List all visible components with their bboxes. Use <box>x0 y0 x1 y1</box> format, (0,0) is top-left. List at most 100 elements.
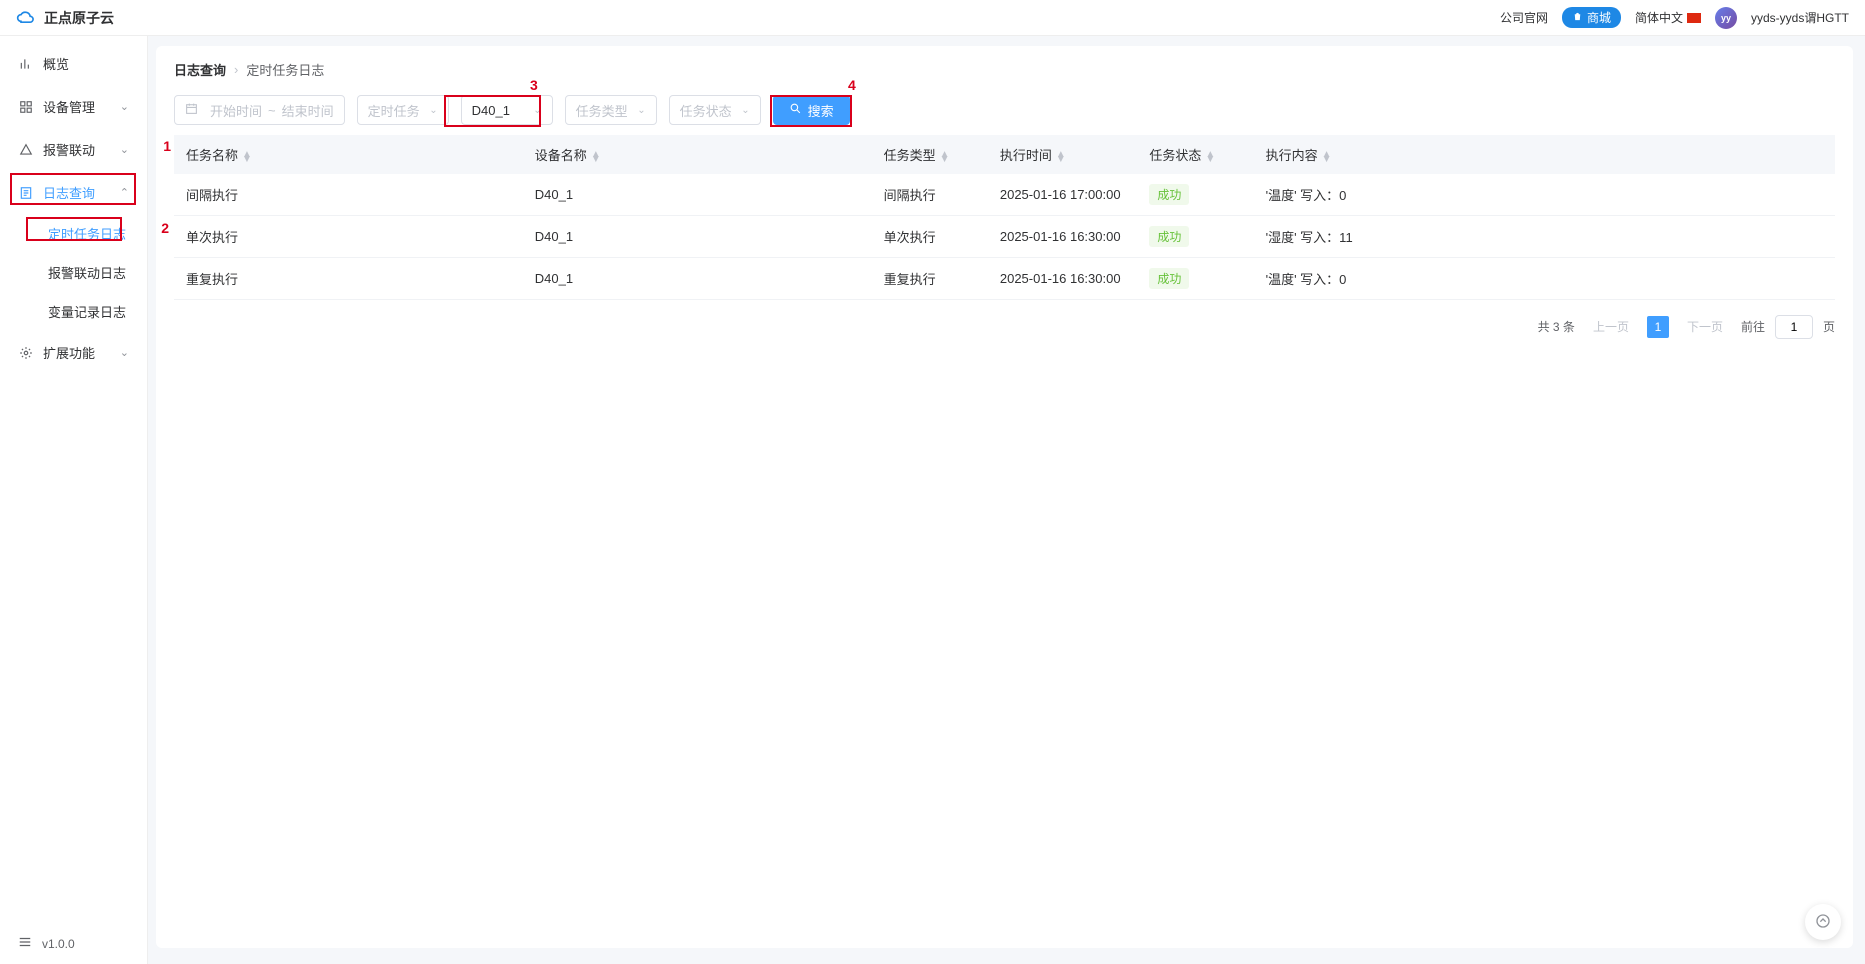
cell-type: 单次执行 <box>872 216 988 258</box>
sidebar-sub-var-log[interactable]: 变量记录日志 <box>0 292 147 331</box>
sidebar-item-logs[interactable]: 日志查询 ⌃ <box>0 171 147 214</box>
avatar[interactable]: yy <box>1715 7 1737 29</box>
version-text: v1.0.0 <box>42 937 75 951</box>
layout: 概览 设备管理 ⌄ 报警联动 ⌄ 1 <box>0 36 1865 964</box>
cell-type: 间隔执行 <box>872 174 988 216</box>
header-right: 公司官网 商城 简体中文 yy yyds-yyds谓HGTT <box>1500 7 1849 29</box>
username: yyds-yyds谓HGTT <box>1751 9 1849 26</box>
col-device[interactable]: 设备名称▲▼ <box>523 135 872 174</box>
sort-icon: ▲▼ <box>242 152 252 162</box>
date-range-picker[interactable]: 开始时间 ~ 结束时间 <box>174 95 345 125</box>
table-row: 单次执行 D40_1 单次执行 2025-01-16 16:30:00 成功 '… <box>174 216 1835 258</box>
type-select[interactable]: 任务类型 ⌄ <box>565 95 657 125</box>
sidebar-item-device[interactable]: 设备管理 ⌄ <box>0 85 147 128</box>
start-placeholder: 开始时间 <box>210 101 262 120</box>
page-goto-input[interactable] <box>1775 315 1813 339</box>
cell-name: 单次执行 <box>174 216 523 258</box>
cell-time: 2025-01-16 17:00:00 <box>988 174 1137 216</box>
cell-time: 2025-01-16 16:30:00 <box>988 258 1137 300</box>
bag-icon <box>1572 11 1583 25</box>
status-badge: 成功 <box>1149 184 1189 205</box>
breadcrumb-sep: › <box>234 62 238 77</box>
col-time[interactable]: 执行时间▲▼ <box>988 135 1137 174</box>
cell-content: '湿度' 写入：11 <box>1254 216 1835 258</box>
task-select[interactable]: 定时任务 ⌄ <box>357 95 449 125</box>
company-link[interactable]: 公司官网 <box>1500 9 1548 26</box>
page-current[interactable]: 1 <box>1647 316 1669 338</box>
task-select-placeholder: 定时任务 <box>368 101 420 120</box>
device-select[interactable]: D40_1 ⌄ <box>461 95 553 125</box>
col-content[interactable]: 执行内容▲▼ <box>1254 135 1835 174</box>
mall-badge[interactable]: 商城 <box>1562 7 1621 28</box>
log-table: 任务名称▲▼ 设备名称▲▼ 任务类型▲▼ 执行时间▲▼ 任务状态▲▼ 执行内容▲… <box>174 135 1835 300</box>
sidebar-item-extend[interactable]: 扩展功能 ⌄ <box>0 331 147 374</box>
type-select-placeholder: 任务类型 <box>576 101 628 120</box>
sidebar-menu: 概览 设备管理 ⌄ 报警联动 ⌄ 1 <box>0 36 147 923</box>
cell-name: 间隔执行 <box>174 174 523 216</box>
sidebar-submenu-logs: 定时任务日志 2 报警联动日志 变量记录日志 <box>0 214 147 331</box>
page-next[interactable]: 下一页 <box>1679 314 1731 339</box>
main-content: 日志查询 › 定时任务日志 3 4 开始时间 ~ 结束时间 <box>148 36 1865 964</box>
logo-text: 正点原子云 <box>44 8 114 28</box>
grid-icon <box>18 99 33 114</box>
search-label: 搜索 <box>808 101 834 120</box>
cell-status: 成功 <box>1137 174 1253 216</box>
collapse-icon[interactable] <box>18 935 32 952</box>
sidebar-item-overview[interactable]: 概览 <box>0 42 147 85</box>
sidebar-sub-alarm-log[interactable]: 报警联动日志 <box>0 253 147 292</box>
sort-icon: ▲▼ <box>1205 152 1215 162</box>
device-select-value: D40_1 <box>472 103 510 118</box>
cell-name: 重复执行 <box>174 258 523 300</box>
sidebar-sub-timed-log[interactable]: 定时任务日志 <box>0 214 147 253</box>
annotation-1: 1 <box>163 138 171 154</box>
annotation-2: 2 <box>161 220 169 236</box>
col-task-name[interactable]: 任务名称▲▼ <box>174 135 523 174</box>
annotation-3: 3 <box>530 77 538 93</box>
search-icon <box>789 102 802 118</box>
cell-content: '温度' 写入：0 <box>1254 174 1835 216</box>
cell-status: 成功 <box>1137 258 1253 300</box>
cell-device: D40_1 <box>523 258 872 300</box>
sidebar-item-label: 设备管理 <box>43 97 95 116</box>
sidebar-sub-label: 报警联动日志 <box>48 266 126 281</box>
page-goto-label: 前往 <box>1741 318 1765 335</box>
search-button[interactable]: 搜索 <box>773 95 850 125</box>
table-header: 任务名称▲▼ 设备名称▲▼ 任务类型▲▼ 执行时间▲▼ 任务状态▲▼ 执行内容▲… <box>174 135 1835 174</box>
col-status[interactable]: 任务状态▲▼ <box>1137 135 1253 174</box>
puzzle-icon <box>18 345 33 360</box>
page-total: 共 3 条 <box>1538 318 1575 335</box>
log-icon <box>18 185 33 200</box>
alert-icon <box>18 142 33 157</box>
page-prev[interactable]: 上一页 <box>1585 314 1637 339</box>
cell-type: 重复执行 <box>872 258 988 300</box>
cell-content: '温度' 写入：0 <box>1254 258 1835 300</box>
flag-cn-icon <box>1687 13 1701 23</box>
range-sep: ~ <box>268 103 276 118</box>
sort-icon: ▲▼ <box>1056 152 1066 162</box>
chevron-down-icon: ⌄ <box>120 143 129 156</box>
chevron-down-icon: ⌄ <box>741 105 749 116</box>
chevron-down-icon: ⌄ <box>429 105 437 116</box>
table-row: 重复执行 D40_1 重复执行 2025-01-16 16:30:00 成功 '… <box>174 258 1835 300</box>
language-selector[interactable]: 简体中文 <box>1635 9 1701 26</box>
scroll-top-button[interactable] <box>1805 904 1841 940</box>
sidebar-item-label: 概览 <box>43 54 69 73</box>
sidebar-item-alarm[interactable]: 报警联动 ⌄ 1 <box>0 128 147 171</box>
status-select[interactable]: 任务状态 ⌄ <box>669 95 761 125</box>
sidebar-item-label: 日志查询 <box>43 183 95 202</box>
sidebar-item-label: 扩展功能 <box>43 343 95 362</box>
bar-chart-icon <box>18 56 33 71</box>
chevron-down-icon: ⌄ <box>120 346 129 359</box>
status-badge: 成功 <box>1149 226 1189 247</box>
calendar-icon <box>185 102 198 118</box>
status-select-placeholder: 任务状态 <box>680 101 732 120</box>
cell-device: D40_1 <box>523 174 872 216</box>
pagination: 共 3 条 上一页 1 下一页 前往 页 <box>174 314 1835 339</box>
col-type[interactable]: 任务类型▲▼ <box>872 135 988 174</box>
breadcrumb-root[interactable]: 日志查询 <box>174 60 226 79</box>
end-placeholder: 结束时间 <box>282 101 334 120</box>
sidebar-footer: v1.0.0 <box>0 923 147 964</box>
chevron-down-icon: ⌄ <box>533 105 541 116</box>
chevron-down-icon: ⌄ <box>120 100 129 113</box>
language-label: 简体中文 <box>1635 9 1683 26</box>
